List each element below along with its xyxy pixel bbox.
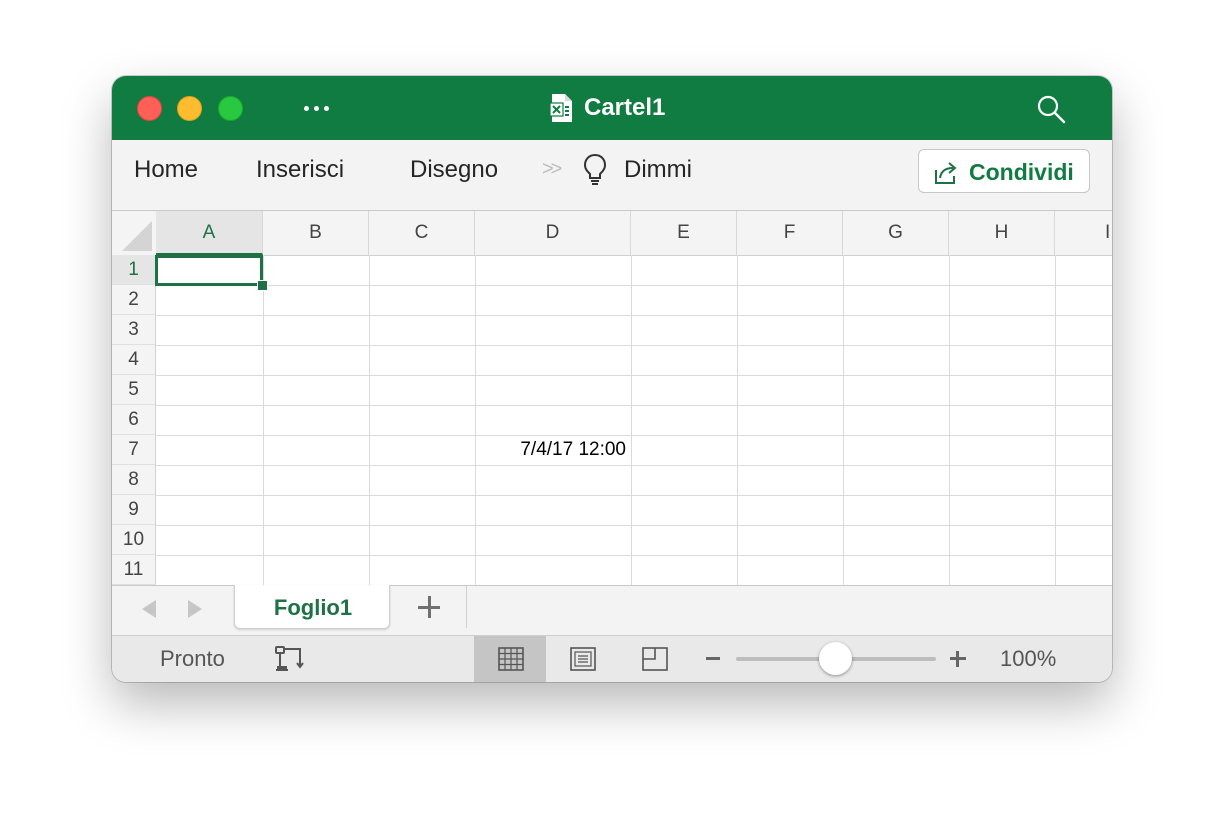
tell-me-label[interactable]: Dimmi bbox=[624, 156, 692, 184]
share-button-label: Condividi bbox=[969, 159, 1074, 185]
column-header[interactable]: F bbox=[737, 211, 843, 255]
gridline bbox=[737, 255, 738, 585]
column-header[interactable]: D bbox=[475, 211, 631, 255]
share-icon bbox=[935, 162, 957, 184]
worksheet-grid[interactable]: A B C D E F G H I 1 2 3 4 5 6 7 8 9 10 1… bbox=[112, 211, 1112, 585]
zoom-window-button[interactable] bbox=[218, 96, 243, 121]
page-layout-view-icon bbox=[570, 647, 596, 671]
tab-disegno[interactable]: Disegno bbox=[410, 156, 498, 184]
column-header[interactable]: H bbox=[949, 211, 1055, 255]
page-break-view-button[interactable] bbox=[618, 636, 690, 682]
sheet-tabs-bar: Foglio1 bbox=[112, 585, 1112, 635]
gridline bbox=[1055, 255, 1056, 585]
row-header[interactable]: 8 bbox=[112, 465, 156, 495]
normal-view-button[interactable] bbox=[474, 636, 546, 682]
gridline bbox=[156, 405, 1112, 406]
gridline bbox=[475, 255, 476, 585]
row-header[interactable]: 1 bbox=[112, 255, 156, 285]
sheet-tab-foglio1[interactable]: Foglio1 bbox=[234, 585, 390, 629]
ribbon: Home Inserisci Disegno >> Dimmi Condivid… bbox=[112, 140, 1112, 211]
selected-cell-a1[interactable] bbox=[155, 255, 263, 286]
gridline bbox=[843, 255, 844, 585]
normal-view-icon bbox=[498, 647, 524, 671]
column-header[interactable]: C bbox=[369, 211, 475, 255]
more-tabs-chevron[interactable]: >> bbox=[542, 158, 562, 181]
gridline bbox=[156, 465, 1112, 466]
column-header[interactable]: I bbox=[1055, 211, 1112, 255]
macro-record-icon[interactable] bbox=[274, 644, 306, 674]
row-header[interactable]: 2 bbox=[112, 285, 156, 315]
gridline bbox=[156, 375, 1112, 376]
zoom-slider-thumb[interactable] bbox=[819, 642, 852, 675]
next-sheet-arrow-icon[interactable] bbox=[188, 600, 202, 618]
page-break-view-icon bbox=[642, 647, 668, 671]
row-header[interactable]: 5 bbox=[112, 375, 156, 405]
row-header[interactable]: 3 bbox=[112, 315, 156, 345]
share-button[interactable]: Condividi bbox=[918, 149, 1090, 193]
excel-window: Cartel1 Home Inserisci Disegno >> Dimmi … bbox=[112, 76, 1112, 682]
gridline bbox=[369, 255, 370, 585]
zoom-in-button[interactable] bbox=[950, 651, 966, 667]
search-icon[interactable] bbox=[1036, 94, 1066, 124]
more-options-icon[interactable] bbox=[302, 96, 332, 120]
lightbulb-icon[interactable] bbox=[582, 152, 608, 186]
prev-sheet-arrow-icon[interactable] bbox=[142, 600, 156, 618]
page-layout-view-button[interactable] bbox=[546, 636, 618, 682]
gridline bbox=[156, 345, 1112, 346]
cell-d7[interactable]: 7/4/17 12:00 bbox=[474, 435, 630, 465]
zoom-out-button[interactable] bbox=[706, 657, 720, 660]
fill-handle[interactable] bbox=[257, 280, 268, 291]
row-header[interactable]: 10 bbox=[112, 525, 156, 555]
column-header[interactable]: G bbox=[843, 211, 949, 255]
add-sheet-button[interactable] bbox=[416, 594, 442, 620]
column-headers: A B C D E F G H I bbox=[112, 211, 1112, 256]
row-header[interactable]: 4 bbox=[112, 345, 156, 375]
title-bar: Cartel1 bbox=[112, 76, 1112, 140]
close-window-button[interactable] bbox=[137, 96, 162, 121]
gridline bbox=[156, 525, 1112, 526]
status-bar: Pronto 100% bbox=[112, 635, 1112, 682]
column-header[interactable]: A bbox=[156, 211, 263, 255]
tab-home[interactable]: Home bbox=[134, 156, 198, 184]
gridline bbox=[156, 555, 1112, 556]
status-text: Pronto bbox=[160, 646, 225, 671]
minimize-window-button[interactable] bbox=[177, 96, 202, 121]
gridline bbox=[156, 495, 1112, 496]
row-header[interactable]: 7 bbox=[112, 435, 156, 465]
gridline bbox=[156, 315, 1112, 316]
gridline bbox=[156, 285, 1112, 286]
row-header[interactable]: 6 bbox=[112, 405, 156, 435]
gridline bbox=[631, 255, 632, 585]
sheet-tab-label: Foglio1 bbox=[273, 595, 353, 620]
excel-doc-icon bbox=[550, 94, 572, 122]
column-header[interactable]: E bbox=[631, 211, 737, 255]
tabs-divider bbox=[466, 586, 467, 628]
gridline bbox=[949, 255, 950, 585]
row-header[interactable]: 9 bbox=[112, 495, 156, 525]
gridline bbox=[156, 435, 1112, 436]
gridline bbox=[263, 255, 264, 585]
window-title: Cartel1 bbox=[584, 94, 666, 121]
select-all-corner[interactable] bbox=[112, 211, 157, 255]
row-header[interactable]: 11 bbox=[112, 555, 156, 585]
zoom-percentage[interactable]: 100% bbox=[1000, 646, 1056, 672]
column-header[interactable]: B bbox=[263, 211, 369, 255]
tab-inserisci[interactable]: Inserisci bbox=[256, 156, 344, 184]
